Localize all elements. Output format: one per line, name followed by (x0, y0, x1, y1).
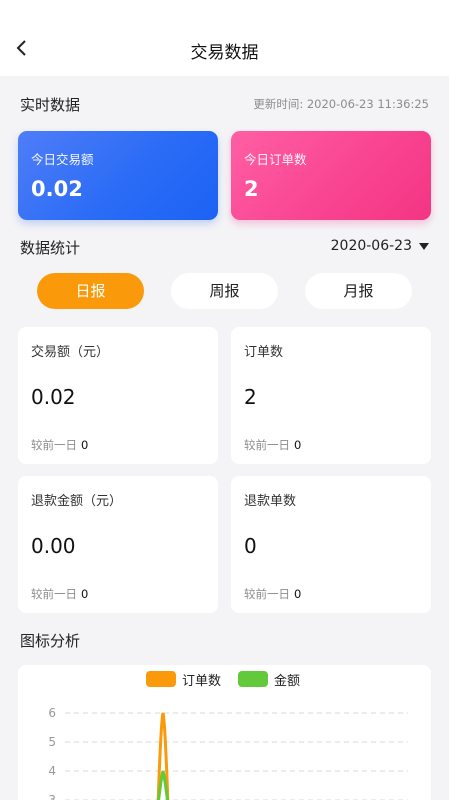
date-select[interactable]: 2020-06-23 (331, 238, 429, 254)
stat-label: 交易额（元） (31, 345, 110, 360)
today-amount-card: 今日交易额 0.02 (18, 131, 218, 220)
chart-series (156, 712, 170, 800)
legend-label-amount: 金额 (274, 673, 301, 689)
stat-value: 2 (244, 385, 257, 409)
y-axis-ticks: 6 5 4 3 (48, 706, 56, 800)
line-chart: 6 5 4 3 (48, 706, 408, 800)
chart-grid (65, 712, 408, 800)
tab-daily[interactable]: 日报 (37, 273, 144, 309)
tab-monthly[interactable]: 月报 (305, 273, 412, 309)
today-orders-value: 2 (244, 177, 259, 201)
stat-card-refund-orders: 退款单数 0 较前一日 0 (231, 476, 431, 613)
update-time: 更新时间: 2020-06-23 11:36:25 (253, 97, 429, 111)
stat-value: 0 (244, 534, 257, 558)
legend-label-orders: 订单数 (182, 673, 222, 689)
stats-title: 数据统计 (20, 239, 81, 257)
legend-orders[interactable]: 订单数 (146, 670, 222, 689)
stat-card-orders: 订单数 2 较前一日 0 (231, 327, 431, 464)
y-tick-label: 3 (48, 793, 56, 800)
legend-swatch-orders (146, 671, 176, 687)
today-amount-label: 今日交易额 (31, 152, 94, 167)
legend-swatch-amount (238, 671, 268, 687)
stat-label: 退款金额（元） (31, 494, 123, 509)
today-amount-value: 0.02 (31, 177, 83, 201)
stat-card-amount: 交易额（元） 0.02 较前一日 0 (18, 327, 218, 464)
top-bar: 交易数据 (0, 0, 449, 76)
stat-value: 0.02 (31, 385, 76, 409)
stat-label: 订单数 (244, 345, 284, 360)
stat-compare: 较前一日 0 (244, 438, 302, 452)
page-title: 交易数据 (190, 43, 259, 63)
stat-value: 0.00 (31, 534, 76, 558)
stat-compare: 较前一日 0 (31, 438, 89, 452)
legend-amount[interactable]: 金额 (238, 670, 301, 689)
caret-down-icon (419, 242, 429, 250)
stat-card-refund-amount: 退款金额（元） 0.00 较前一日 0 (18, 476, 218, 613)
today-orders-label: 今日订单数 (244, 152, 307, 167)
stat-label: 退款单数 (244, 494, 297, 509)
realtime-title: 实时数据 (20, 96, 81, 114)
chart-section-title: 图标分析 (20, 632, 81, 650)
y-tick-label: 5 (48, 735, 56, 749)
date-select-value: 2020-06-23 (330, 238, 412, 254)
y-tick-label: 6 (48, 706, 56, 720)
today-orders-card: 今日订单数 2 (231, 131, 431, 220)
stat-compare: 较前一日 0 (244, 587, 302, 601)
tab-weekly[interactable]: 周报 (171, 273, 278, 309)
stat-compare: 较前一日 0 (31, 587, 89, 601)
y-tick-label: 4 (48, 764, 56, 778)
